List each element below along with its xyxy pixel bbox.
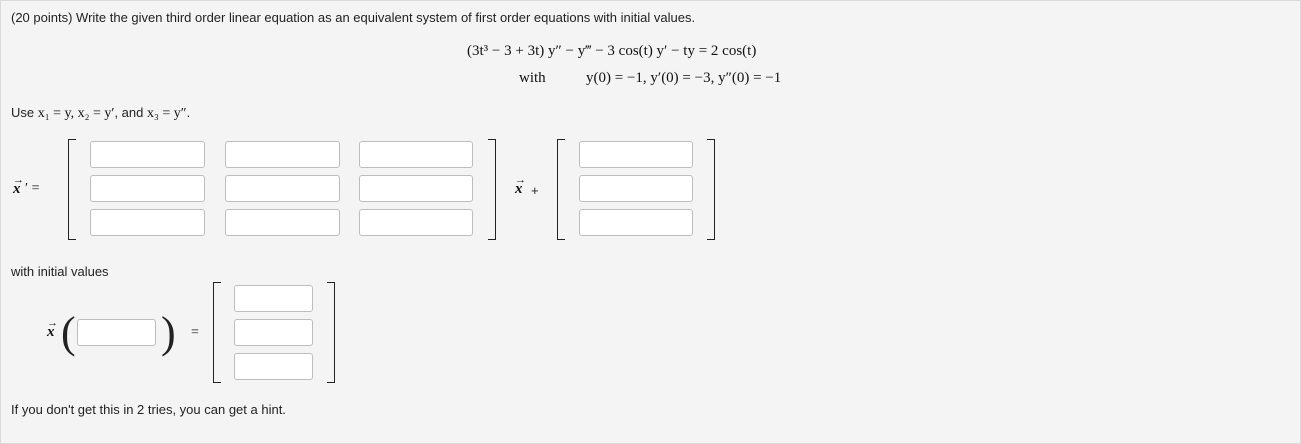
plus-sign: + [531,183,539,198]
with-label: with [519,70,546,86]
matrix-left-bracket [68,139,76,240]
differential-equation: (3t³ − 3 + 3t) y″ − y‴ − 3 cos(t) y′ − t… [467,43,757,59]
substitution-line: Use x₁ = y, x₂ = y′, and x₃ = y″. [11,105,190,122]
matrix-a22-input[interactable] [225,175,340,202]
initial-time-input[interactable] [77,319,156,346]
hint-text: If you don't get this in 2 tries, you ca… [11,402,286,417]
right-paren: ) [161,308,176,357]
vector-arrow-icon: → [47,317,58,329]
left-paren: ( [61,308,76,357]
matrix-a33-input[interactable] [359,209,473,236]
question-panel: (20 points) Write the given third order … [0,0,1301,444]
x-vector-symbol: → x [13,174,24,197]
x-vector-initial: → x [47,317,58,340]
vector-arrow-icon: → [13,174,24,186]
substitution-last: x₃ = y″ [146,106,187,121]
initial-x1-input[interactable] [234,285,313,312]
matrix-a32-input[interactable] [225,209,340,236]
forcing-f2-input[interactable] [579,175,693,202]
forcing-f1-input[interactable] [579,141,693,168]
matrix-a21-input[interactable] [90,175,205,202]
substitution-prefix: Use [11,105,38,120]
initial-x3-input[interactable] [234,353,313,380]
matrix-a31-input[interactable] [90,209,205,236]
substitution-suffix: . [186,105,191,120]
matrix-a11-input[interactable] [90,141,205,168]
matrix-a13-input[interactable] [359,141,473,168]
problem-statement: (20 points) Write the given third order … [11,10,696,25]
matrix-a23-input[interactable] [359,175,473,202]
substitution-vars: x₁ = y, x₂ = y′ [37,106,115,121]
forcing-left-bracket [557,139,565,240]
matrix-right-bracket [488,139,496,240]
initial-right-bracket [327,282,335,383]
vector-arrow-icon: → [515,174,526,186]
initial-values-label: with initial values [11,264,109,279]
initial-x2-input[interactable] [234,319,313,346]
x-vector-multiplier: → x [515,174,526,197]
substitution-conj: , and [114,105,147,120]
matrix-a12-input[interactable] [225,141,340,168]
derivative-equals: ′ = [25,181,40,196]
initial-conditions: y(0) = −1, y′(0) = −3, y″(0) = −1 [586,70,782,86]
forcing-right-bracket [707,139,715,240]
initial-equals: = [191,325,199,340]
initial-left-bracket [213,282,221,383]
forcing-f3-input[interactable] [579,209,693,236]
